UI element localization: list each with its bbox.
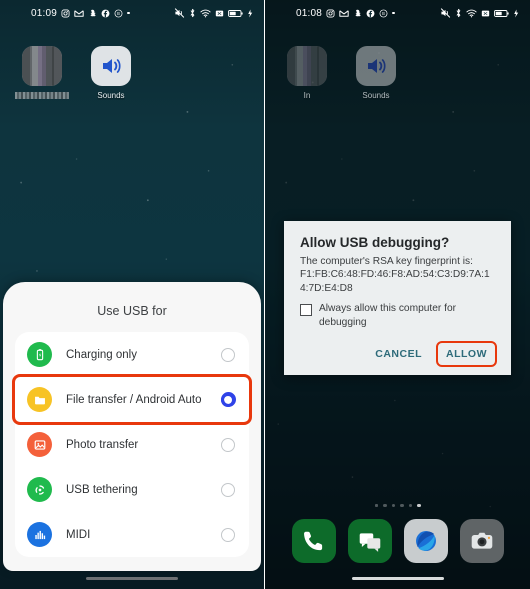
bluetooth-icon bbox=[189, 8, 196, 18]
gesture-bar[interactable] bbox=[86, 576, 178, 580]
folder-icon bbox=[27, 387, 52, 412]
speaker-icon[interactable] bbox=[356, 46, 396, 86]
dialog-actions: CANCEL ALLOW bbox=[300, 340, 497, 367]
usb-option-radio[interactable] bbox=[221, 347, 235, 362]
status-bar: 01:08 B bbox=[265, 0, 530, 26]
cancel-button[interactable]: CANCEL bbox=[367, 343, 430, 365]
dock bbox=[265, 519, 530, 563]
usb-option-list: Charging only File transfer / Android Au… bbox=[12, 332, 252, 557]
page-dot[interactable] bbox=[391, 503, 395, 507]
battery-charge-icon bbox=[27, 342, 52, 367]
status-bar-right bbox=[174, 8, 253, 18]
dialog-body-text: The computer's RSA key fingerprint is: bbox=[300, 256, 473, 267]
page-dot[interactable] bbox=[408, 503, 412, 507]
bluetooth-icon bbox=[455, 8, 462, 18]
gmail-icon bbox=[74, 9, 84, 18]
svg-text:B: B bbox=[117, 11, 120, 16]
usb-option-label: Charging only bbox=[66, 348, 137, 361]
allow-button[interactable]: ALLOW bbox=[438, 343, 495, 365]
charging-bolt-icon bbox=[247, 8, 253, 18]
page-dot[interactable] bbox=[400, 503, 404, 507]
usb-option-radio-selected[interactable] bbox=[220, 392, 236, 407]
wifi-icon bbox=[466, 9, 477, 18]
home-page-indicator bbox=[265, 503, 530, 507]
speaker-icon[interactable] bbox=[91, 46, 131, 86]
home-app-label: Sounds bbox=[362, 91, 390, 100]
gmail-icon bbox=[339, 9, 349, 18]
always-allow-label: Always allow this computer for debugging bbox=[319, 303, 457, 328]
battery-icon bbox=[228, 9, 243, 18]
instagram-icon bbox=[61, 9, 70, 18]
right-phone-screen: 01:08 B In Sounds Allow USB debugging? T… bbox=[265, 0, 530, 589]
censored-app-icon[interactable] bbox=[22, 46, 62, 86]
status-bar-left: 01:08 B bbox=[296, 8, 395, 19]
usb-debugging-dialog: Allow USB debugging? The computer's RSA … bbox=[284, 221, 511, 375]
home-app-sounds[interactable]: Sounds bbox=[350, 46, 402, 100]
camera-icon[interactable] bbox=[459, 519, 504, 563]
sim-icon bbox=[481, 9, 490, 18]
app-badge-icon: B bbox=[379, 9, 388, 18]
usb-option-radio[interactable] bbox=[221, 482, 235, 497]
rsa-fingerprint: F1:FB:C6:48:FD:46:F8:AD:54:C3:D9:7A:14:7… bbox=[300, 269, 490, 294]
battery-icon bbox=[494, 9, 509, 18]
status-bar-left: 01:09 B bbox=[31, 8, 130, 19]
usb-option-label: Photo transfer bbox=[66, 438, 139, 451]
sheet-title: Use USB for bbox=[97, 304, 167, 318]
left-phone-screen: 01:09 B Sounds Use USB for Charging only… bbox=[0, 0, 265, 589]
tethering-icon bbox=[27, 477, 52, 502]
always-allow-checkbox-row[interactable]: Always allow this computer for debugging bbox=[300, 302, 495, 329]
home-app-row: In Sounds bbox=[265, 46, 530, 100]
home-app-censored[interactable] bbox=[15, 46, 69, 100]
home-app-label: Sounds bbox=[97, 91, 125, 100]
home-app-sounds[interactable]: Sounds bbox=[85, 46, 137, 100]
dialog-title: Allow USB debugging? bbox=[300, 235, 450, 250]
phone-icon[interactable] bbox=[291, 519, 336, 563]
more-dot-icon bbox=[392, 11, 395, 15]
mute-icon bbox=[440, 8, 451, 18]
usb-option-label: File transfer / Android Auto bbox=[66, 393, 202, 406]
snapchat-icon bbox=[353, 9, 362, 18]
mute-icon bbox=[174, 8, 185, 18]
usb-option-usb-tethering[interactable]: USB tethering bbox=[15, 467, 249, 512]
censored-app-icon[interactable] bbox=[287, 46, 327, 86]
use-usb-for-sheet: Use USB for Charging only File transfer … bbox=[3, 282, 261, 571]
home-app-row: Sounds bbox=[0, 46, 264, 100]
usb-option-file-transfer[interactable]: File transfer / Android Auto bbox=[12, 374, 252, 425]
screenshot-root: 01:09 B Sounds Use USB for Charging only… bbox=[0, 0, 530, 589]
usb-option-radio[interactable] bbox=[221, 527, 235, 542]
facebook-icon bbox=[366, 9, 375, 18]
more-dot-icon bbox=[127, 11, 130, 15]
midi-icon bbox=[27, 522, 52, 547]
gesture-bar[interactable] bbox=[351, 576, 444, 580]
charging-bolt-icon bbox=[513, 8, 519, 18]
allow-button-highlight: ALLOW bbox=[436, 340, 497, 367]
instagram-icon bbox=[326, 9, 335, 18]
censored-app-label bbox=[15, 92, 69, 99]
wifi-icon bbox=[200, 9, 211, 18]
svg-text:B: B bbox=[382, 11, 385, 16]
page-dot[interactable] bbox=[383, 503, 387, 507]
always-allow-checkbox[interactable] bbox=[300, 304, 312, 317]
usb-option-label: MIDI bbox=[66, 528, 91, 541]
browser-icon[interactable] bbox=[403, 519, 448, 563]
usb-option-midi[interactable]: MIDI bbox=[15, 512, 249, 557]
usb-option-label: USB tethering bbox=[66, 483, 138, 496]
photo-icon bbox=[27, 432, 52, 457]
home-app-censored[interactable]: In bbox=[281, 46, 333, 100]
usb-option-radio[interactable] bbox=[221, 437, 235, 452]
page-dot[interactable] bbox=[374, 503, 378, 507]
usb-option-charging-only[interactable]: Charging only bbox=[15, 332, 249, 377]
app-badge-icon: B bbox=[114, 9, 123, 18]
snapchat-icon bbox=[88, 9, 97, 18]
status-clock: 01:09 bbox=[31, 7, 58, 19]
facebook-icon bbox=[101, 9, 110, 18]
status-bar: 01:09 B bbox=[0, 0, 264, 26]
page-dot-active[interactable] bbox=[417, 503, 421, 507]
home-app-label: In bbox=[303, 91, 311, 100]
usb-option-photo-transfer[interactable]: Photo transfer bbox=[15, 422, 249, 467]
status-bar-right bbox=[440, 8, 519, 18]
status-clock: 01:08 bbox=[296, 7, 323, 19]
sim-icon bbox=[215, 9, 224, 18]
messages-icon[interactable] bbox=[347, 519, 392, 563]
